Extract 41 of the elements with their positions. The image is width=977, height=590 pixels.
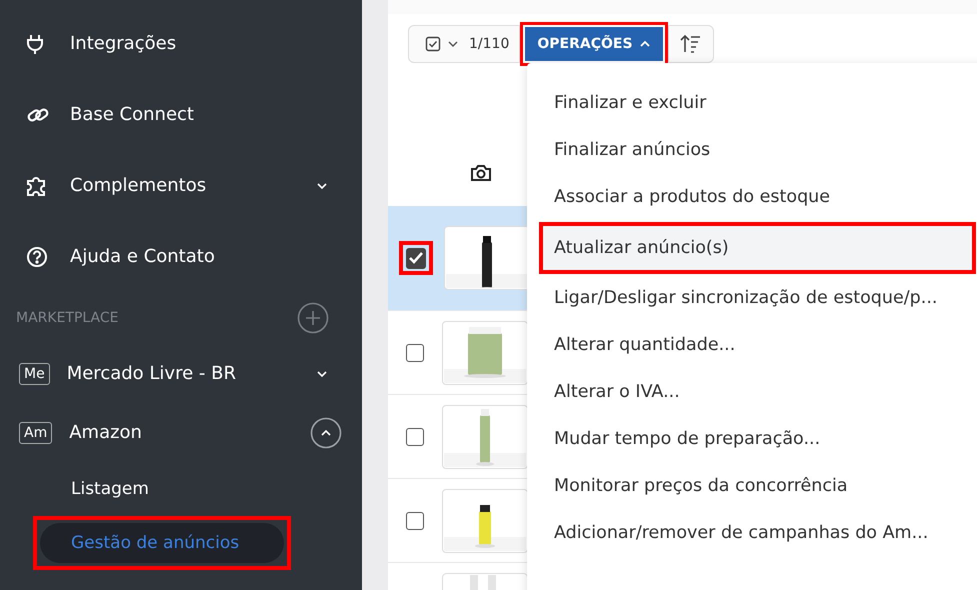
menu-item[interactable]: Ligar/Desligar sincronização de estoque/p... (527, 276, 977, 321)
camera-icon (470, 164, 492, 182)
row-checkbox[interactable] (406, 344, 424, 362)
selection-count: 1/110 (469, 36, 510, 52)
section-title: MARKETPLACE (16, 310, 118, 326)
row-checkbox[interactable] (406, 512, 424, 530)
menu-item[interactable]: Monitorar preços da concorrência (527, 464, 977, 509)
menu-item[interactable]: Adicionar/remover de campanhas do Am... (527, 511, 977, 556)
puzzle-icon (26, 174, 48, 196)
chevron-down-icon (316, 182, 328, 190)
nav-item[interactable]: Ajuda e Contato (0, 221, 362, 292)
menu-item[interactable]: Finalizar e excluir (527, 81, 977, 126)
table-row[interactable] (388, 206, 528, 311)
nav-item[interactable]: Complementos (0, 150, 362, 221)
menu-item[interactable]: Alterar quantidade... (527, 323, 977, 368)
menu-item[interactable]: Alterar o IVA... (527, 370, 977, 415)
submenu-item[interactable]: Gestão de anúncios (40, 523, 284, 563)
chevron-down-icon[interactable] (316, 370, 328, 378)
checkbox-icon (425, 36, 441, 52)
marketplace-item[interactable]: Me Mercado Livre - BR (0, 344, 362, 403)
help-icon (26, 246, 48, 268)
row-checkbox[interactable] (406, 248, 426, 268)
sort-icon (680, 34, 702, 54)
plug-icon (26, 34, 44, 54)
menu-item[interactable]: Mudar tempo de preparação... (527, 417, 977, 462)
row-checkbox[interactable] (406, 428, 424, 446)
nav-item[interactable]: Integrações (0, 8, 362, 79)
nav-item[interactable]: Base Connect (0, 79, 362, 150)
menu-item[interactable]: Finalizar anúncios (527, 128, 977, 173)
operations-button[interactable]: OPERAÇÕES (525, 27, 663, 61)
marketplace-badge: Me (19, 362, 50, 384)
add-icon[interactable] (297, 302, 329, 334)
menu-item[interactable]: Associar a produtos do estoque (527, 175, 977, 220)
sort-button[interactable] (668, 25, 714, 63)
chevron-down-icon (447, 40, 459, 48)
menu-item[interactable]: Atualizar anúncio(s) (539, 222, 976, 274)
marketplace-item[interactable]: Am Amazon (0, 403, 362, 462)
selection-control[interactable]: 1/110 (408, 25, 520, 63)
submenu-item[interactable]: Listagem (40, 469, 284, 509)
chevron-up-icon[interactable] (310, 416, 342, 448)
marketplace-badge: Am (19, 422, 52, 444)
